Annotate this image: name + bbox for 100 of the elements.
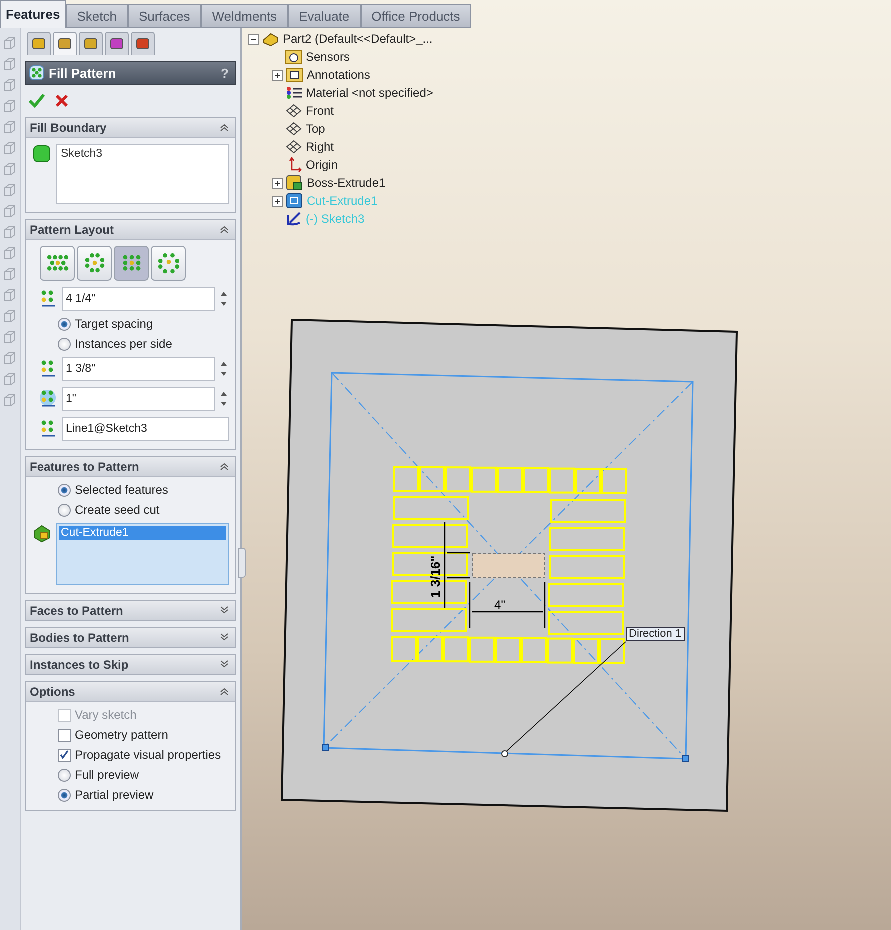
radio-option[interactable]: Target spacing bbox=[32, 317, 229, 331]
command-tab[interactable]: Features bbox=[0, 0, 66, 28]
radio-option[interactable]: Create seed cut bbox=[32, 503, 229, 517]
panel-title: Fill Pattern bbox=[49, 66, 118, 80]
expand-chevron-icon[interactable] bbox=[220, 660, 229, 669]
checkbox-icon[interactable] bbox=[58, 728, 71, 742]
collapse-toggle-icon[interactable] bbox=[248, 34, 259, 44]
toolbar-icon[interactable] bbox=[3, 330, 17, 346]
sensors-icon bbox=[285, 49, 303, 65]
plane-icon bbox=[285, 121, 303, 137]
help-button[interactable]: ? bbox=[221, 66, 229, 80]
tree-item[interactable]: Front bbox=[306, 104, 334, 118]
selection-item[interactable]: Sketch3 bbox=[59, 147, 226, 161]
cut-icon bbox=[286, 193, 304, 209]
radio-icon[interactable] bbox=[58, 318, 71, 330]
boss-icon bbox=[286, 175, 304, 191]
tree-item[interactable]: Origin bbox=[306, 158, 338, 172]
tree-item[interactable]: Right bbox=[306, 140, 334, 154]
layout-option-button[interactable] bbox=[114, 246, 149, 281]
collapse-chevron-icon[interactable] bbox=[220, 225, 229, 234]
checkbox-option[interactable]: Propagate visual properties bbox=[32, 748, 229, 762]
value-field[interactable]: 1 3/8" bbox=[62, 357, 215, 381]
value-field[interactable]: 4 1/4" bbox=[62, 287, 215, 311]
tree-item[interactable]: Material <not specified> bbox=[306, 86, 434, 100]
layout-option-button[interactable] bbox=[77, 246, 112, 281]
collapse-chevron-icon[interactable] bbox=[220, 687, 229, 696]
manager-tab-icon bbox=[31, 36, 47, 52]
toolbar-icon[interactable] bbox=[3, 99, 17, 115]
toolbar-icon[interactable] bbox=[3, 309, 17, 325]
expand-chevron-icon[interactable] bbox=[220, 633, 229, 642]
toolbar-icon[interactable] bbox=[3, 78, 17, 94]
selection-list[interactable]: Sketch3 bbox=[56, 144, 229, 204]
dimension-label: 4" bbox=[494, 598, 506, 612]
manager-tab[interactable] bbox=[79, 32, 103, 55]
manager-tab[interactable] bbox=[27, 32, 51, 55]
expand-toggle-icon[interactable] bbox=[272, 196, 283, 206]
plane-icon bbox=[285, 103, 303, 119]
tree-item[interactable]: Part2 (Default<<Default>_... bbox=[283, 32, 433, 46]
direction-field[interactable]: Line1@Sketch3 bbox=[62, 417, 229, 441]
radio-option[interactable]: Partial preview bbox=[32, 788, 229, 802]
toolbar-icon[interactable] bbox=[3, 162, 17, 178]
toolbar-icon[interactable] bbox=[3, 225, 17, 241]
tree-item[interactable]: Sensors bbox=[306, 50, 350, 64]
manager-tab-icon bbox=[57, 36, 73, 52]
cancel-icon[interactable] bbox=[55, 94, 69, 108]
part-icon bbox=[262, 31, 280, 47]
toolbar-icon[interactable] bbox=[3, 372, 17, 388]
collapse-chevron-icon[interactable] bbox=[220, 123, 229, 132]
toolbar-icon[interactable] bbox=[3, 141, 17, 157]
layout-option-button[interactable] bbox=[151, 246, 186, 281]
checkbox-icon[interactable] bbox=[58, 748, 71, 762]
radio-option[interactable]: Selected features bbox=[32, 483, 229, 497]
direction-callout: Direction 1 bbox=[626, 627, 685, 641]
command-tab[interactable]: Surfaces bbox=[128, 4, 202, 28]
manager-tab[interactable] bbox=[131, 32, 155, 55]
expand-chevron-icon[interactable] bbox=[220, 606, 229, 615]
radio-icon[interactable] bbox=[58, 768, 71, 782]
command-tab[interactable]: Sketch bbox=[66, 4, 128, 28]
tree-item[interactable]: Boss-Extrude1 bbox=[307, 176, 386, 190]
checkbox-option[interactable]: Geometry pattern bbox=[32, 728, 229, 742]
toolbar-icon[interactable] bbox=[3, 267, 17, 283]
toolbar-icon[interactable] bbox=[3, 183, 17, 199]
panel-splitter[interactable] bbox=[238, 548, 246, 578]
command-tab[interactable]: Weldments bbox=[201, 4, 288, 28]
dimension-label: 1 3/16" bbox=[428, 556, 443, 598]
manager-tab-icon bbox=[135, 36, 151, 52]
fill-pattern-icon bbox=[29, 65, 45, 81]
expand-toggle-icon[interactable] bbox=[272, 178, 283, 188]
plane-icon bbox=[285, 139, 303, 155]
sketch-icon bbox=[285, 211, 303, 227]
command-tab[interactable]: Evaluate bbox=[288, 4, 361, 28]
layout-option-button[interactable] bbox=[40, 246, 75, 281]
material-icon bbox=[285, 85, 303, 101]
toolbar-icon[interactable] bbox=[3, 351, 17, 367]
ok-icon[interactable] bbox=[29, 94, 45, 108]
expand-toggle-icon[interactable] bbox=[272, 70, 283, 80]
tree-item[interactable]: Annotations bbox=[307, 68, 370, 82]
manager-tab-icon bbox=[109, 36, 125, 52]
toolbar-icon[interactable] bbox=[3, 246, 17, 262]
manager-tab[interactable] bbox=[105, 32, 129, 55]
toolbar-icon[interactable] bbox=[3, 288, 17, 304]
toolbar-icon[interactable] bbox=[3, 36, 17, 52]
pattern-dots-icon bbox=[40, 289, 58, 309]
value-field[interactable]: 1" bbox=[62, 387, 215, 411]
tree-item[interactable]: Top bbox=[306, 122, 326, 136]
toolbar-icon[interactable] bbox=[3, 57, 17, 73]
radio-option[interactable]: Full preview bbox=[32, 768, 229, 782]
radio-icon[interactable] bbox=[58, 788, 71, 802]
radio-icon[interactable] bbox=[58, 338, 71, 350]
toolbar-icon[interactable] bbox=[3, 204, 17, 220]
radio-icon[interactable] bbox=[58, 504, 71, 516]
manager-tab[interactable] bbox=[53, 32, 77, 55]
command-tab[interactable]: Office Products bbox=[360, 4, 472, 28]
toolbar-icon[interactable] bbox=[3, 393, 17, 409]
pattern-dots-icon bbox=[40, 419, 58, 439]
radio-icon[interactable] bbox=[58, 484, 71, 496]
boundary-icon bbox=[32, 144, 52, 164]
toolbar-icon[interactable] bbox=[3, 120, 17, 136]
collapse-chevron-icon[interactable] bbox=[220, 462, 229, 471]
radio-option[interactable]: Instances per side bbox=[32, 337, 229, 351]
